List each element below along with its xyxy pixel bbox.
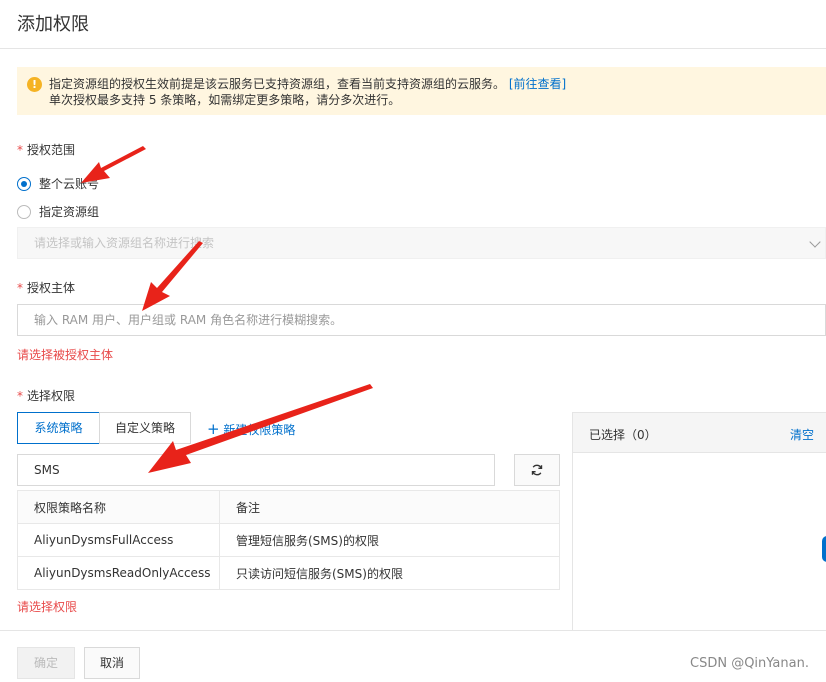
radio-whole-account[interactable]: 整个云账号 xyxy=(17,175,99,192)
column-header-remark: 备注 xyxy=(219,490,560,524)
policy-search-value: SMS xyxy=(34,463,60,477)
principal-error: 请选择被授权主体 xyxy=(17,348,114,362)
policy-remark-cell: 管理短信服务(SMS)的权限 xyxy=(219,523,560,557)
scope-label: * 授权范围 xyxy=(17,143,76,157)
policy-name-cell: AliyunDysmsFullAccess xyxy=(17,523,220,557)
cancel-button[interactable]: 取消 xyxy=(84,647,140,679)
radio-whole-account-label: 整个云账号 xyxy=(39,177,100,191)
side-float-tab[interactable] xyxy=(822,536,826,562)
view-supported-link[interactable]: [前往查看] xyxy=(509,77,566,91)
notice-banner: ! 指定资源组的授权生效前提是该云服务已支持资源组，查看当前支持资源组的云服务。… xyxy=(17,67,826,115)
watermark: CSDN @QinYanan. xyxy=(690,656,809,671)
principal-label: * 授权主体 xyxy=(17,281,76,295)
tab-system-policy[interactable]: 系统策略 xyxy=(17,412,100,444)
radio-checked-icon xyxy=(17,176,31,191)
table-header-row: 权限策略名称 备注 xyxy=(17,490,560,524)
selected-count: 已选择（0） xyxy=(589,428,657,442)
refresh-icon xyxy=(531,464,543,476)
policy-table: 权限策略名称 备注 AliyunDysmsFullAccess 管理短信服务(S… xyxy=(17,490,560,590)
resource-group-select: 请选择或输入资源组名称进行搜索 xyxy=(17,227,826,259)
notice-line-1: 指定资源组的授权生效前提是该云服务已支持资源组，查看当前支持资源组的云服务。 [… xyxy=(49,76,826,92)
new-policy-label: 新建权限策略 xyxy=(223,423,296,437)
table-row[interactable]: AliyunDysmsReadOnlyAccess 只读访问短信服务(SMS)的… xyxy=(17,556,560,590)
policy-name-cell: AliyunDysmsReadOnlyAccess xyxy=(17,556,220,590)
notice-text-1: 指定资源组的授权生效前提是该云服务已支持资源组，查看当前支持资源组的云服务。 xyxy=(49,77,506,91)
refresh-button[interactable] xyxy=(514,454,560,486)
permissions-error: 请选择权限 xyxy=(17,600,78,614)
principal-placeholder: 输入 RAM 用户、用户组或 RAM 角色名称进行模糊搜索。 xyxy=(34,313,343,327)
clear-button[interactable]: 清空 xyxy=(790,426,814,443)
table-row[interactable]: AliyunDysmsFullAccess 管理短信服务(SMS)的权限 xyxy=(17,523,560,557)
footer-divider xyxy=(0,630,826,631)
principal-search-input[interactable]: 输入 RAM 用户、用户组或 RAM 角色名称进行模糊搜索。 xyxy=(17,304,826,336)
policy-remark-cell: 只读访问短信服务(SMS)的权限 xyxy=(219,556,560,590)
warning-icon: ! xyxy=(27,77,42,92)
title-divider xyxy=(0,48,826,49)
radio-resource-group-label: 指定资源组 xyxy=(39,205,100,219)
new-policy-link[interactable]: + 新建权限策略 xyxy=(207,420,295,438)
policy-search-input[interactable]: SMS xyxy=(17,454,495,486)
tab-custom-policy[interactable]: 自定义策略 xyxy=(99,412,191,444)
column-header-policy-name: 权限策略名称 xyxy=(17,490,220,524)
chevron-down-icon xyxy=(809,236,821,248)
selected-panel-header: 已选择（0） 清空 xyxy=(573,413,826,453)
notice-line-2: 单次授权最多支持 5 条策略，如需绑定更多策略，请分多次进行。 xyxy=(49,93,401,107)
confirm-button[interactable]: 确定 xyxy=(17,647,75,679)
page-title: 添加权限 xyxy=(17,14,89,35)
radio-resource-group[interactable]: 指定资源组 xyxy=(17,203,99,220)
radio-unchecked-icon xyxy=(17,204,31,219)
plus-icon: + xyxy=(207,420,220,438)
resource-group-placeholder: 请选择或输入资源组名称进行搜索 xyxy=(34,236,215,250)
permissions-label: * 选择权限 xyxy=(17,389,76,403)
selected-panel: 已选择（0） 清空 xyxy=(572,412,826,630)
